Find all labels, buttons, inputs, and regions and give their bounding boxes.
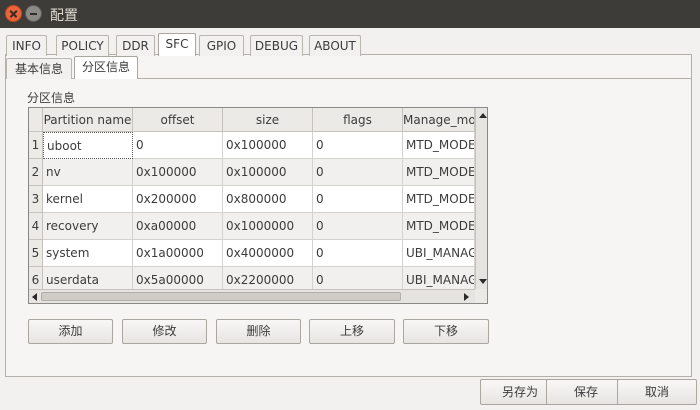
column-header-manage-mode[interactable]: Manage_mo [403,108,475,132]
cell-flags[interactable]: 0 [313,132,403,159]
cancel-button[interactable]: 取消 [617,379,697,405]
cell-partition-name[interactable]: nv [43,159,133,186]
cell-flags[interactable]: 0 [313,213,403,240]
cell-offset[interactable]: 0xa00000 [133,213,223,240]
cell-size[interactable]: 0x100000 [223,132,313,159]
cell-partition-name[interactable]: system [43,240,133,267]
cell-size[interactable]: 0x800000 [223,186,313,213]
table-corner-header [29,108,43,132]
cell-partition-name[interactable]: kernel [43,186,133,213]
cell-offset[interactable]: 0 [133,132,223,159]
cell-size[interactable]: 0x100000 [223,159,313,186]
title-bar: 配置 [0,0,700,28]
column-header-size[interactable]: size [223,108,313,132]
cell-size[interactable]: 0x1000000 [223,213,313,240]
group-title: 分区信息 [27,91,76,105]
tab-ddr[interactable]: DDR [116,35,155,56]
cell-manage-mode[interactable]: MTD_MODE [403,213,475,240]
tab-gpio[interactable]: GPIO [199,35,244,56]
horizontal-scrollbar[interactable] [29,289,475,303]
tab-about[interactable]: ABOUT [309,35,361,56]
save-button[interactable]: 保存 [546,379,626,405]
row-number[interactable]: 1 [29,132,43,159]
cell-manage-mode[interactable]: UBI_MANAGE [403,240,475,267]
scroll-down-icon[interactable] [479,279,487,284]
column-header-offset[interactable]: offset [133,108,223,132]
tab-info[interactable]: INFO [6,35,47,56]
delete-button[interactable]: 删除 [216,319,301,344]
close-window-button[interactable] [5,5,22,22]
horizontal-scroll-thumb[interactable] [41,292,401,301]
add-button[interactable]: 添加 [28,319,113,344]
row-number[interactable]: 4 [29,213,43,240]
tab-policy[interactable]: POLICY [56,35,109,56]
row-number[interactable]: 5 [29,240,43,267]
tab-debug[interactable]: DEBUG [250,35,303,56]
minimize-window-button[interactable] [25,5,42,22]
row-number[interactable]: 3 [29,186,43,213]
edit-button[interactable]: 修改 [122,319,207,344]
cell-partition-name[interactable]: recovery [43,213,133,240]
cell-offset[interactable]: 0x1a00000 [133,240,223,267]
partition-table[interactable]: Partition name offset size flags Manage_… [28,107,488,304]
cell-manage-mode[interactable]: MTD_MODE [403,132,475,159]
tab-sfc[interactable]: SFC [158,33,196,56]
cell-size[interactable]: 0x4000000 [223,240,313,267]
cell-offset[interactable]: 0x100000 [133,159,223,186]
column-header-partition-name[interactable]: Partition name [43,108,133,132]
cell-manage-mode[interactable]: MTD_MODE [403,186,475,213]
cell-partition-name[interactable]: uboot [43,132,133,159]
scroll-up-icon[interactable] [479,113,487,118]
row-number[interactable]: 2 [29,159,43,186]
column-header-flags[interactable]: flags [313,108,403,132]
cell-flags[interactable]: 0 [313,240,403,267]
subtab-basic-info[interactable]: 基本信息 [6,58,72,79]
scroll-left-icon[interactable] [32,293,37,301]
move-up-button[interactable]: 上移 [309,319,395,344]
cell-offset[interactable]: 0x200000 [133,186,223,213]
window-title: 配置 [50,8,78,24]
cell-flags[interactable]: 0 [313,186,403,213]
move-down-button[interactable]: 下移 [403,319,489,344]
scroll-right-icon[interactable] [464,293,469,301]
subtab-partition-info[interactable]: 分区信息 [74,56,138,79]
scrollbar-corner [475,289,487,303]
cell-flags[interactable]: 0 [313,159,403,186]
cell-manage-mode[interactable]: MTD_MODE [403,159,475,186]
vertical-scrollbar[interactable] [475,108,487,289]
